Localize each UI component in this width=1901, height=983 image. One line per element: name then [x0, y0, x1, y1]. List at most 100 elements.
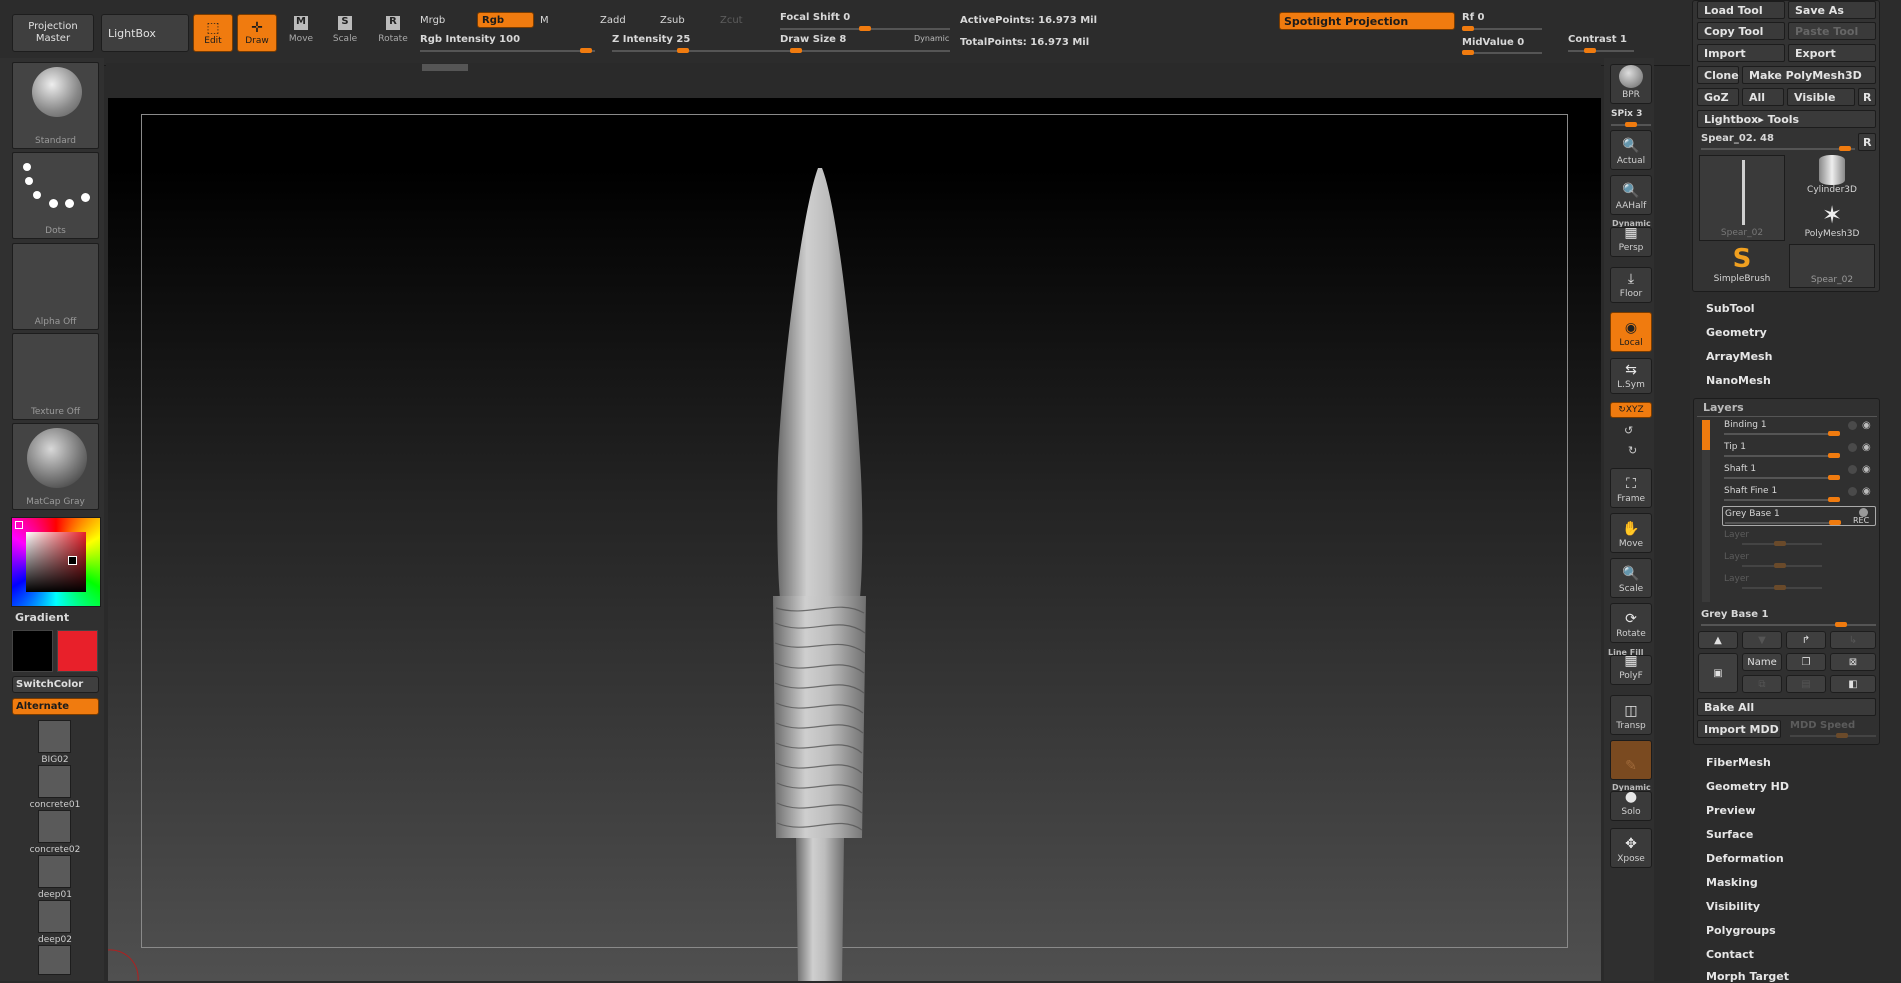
selected-layer-slider[interactable] [1701, 622, 1876, 627]
menu-fibermesh[interactable]: FiberMesh [1706, 756, 1771, 769]
layer-record-icon[interactable] [1848, 443, 1857, 452]
solo-button[interactable]: ● Solo [1610, 789, 1652, 821]
layer-delete-button[interactable]: ⊠ [1830, 653, 1876, 671]
goz-all-button[interactable]: All [1742, 88, 1784, 106]
scale-view-button[interactable]: 🔍 Scale [1610, 558, 1652, 598]
tool-size-slider[interactable] [1701, 146, 1855, 151]
ghost-button[interactable]: ✎ [1610, 740, 1652, 780]
xyz-button[interactable]: ↻ XYZ [1610, 402, 1652, 418]
layer-record-icon[interactable] [1848, 465, 1857, 474]
alpha-thumb-next[interactable] [38, 945, 71, 975]
menu-arraymesh[interactable]: ArrayMesh [1706, 350, 1772, 363]
import-mdd-button[interactable]: Import MDD [1697, 720, 1781, 738]
tool-thumb-polymesh3d[interactable]: ✶ PolyMesh3D [1789, 201, 1875, 243]
bpr-button[interactable]: BPR [1610, 64, 1652, 104]
zcut-button[interactable]: Zcut [720, 15, 743, 26]
rgb-intensity-slider[interactable] [420, 48, 595, 53]
tool-r-button[interactable]: R [1858, 133, 1876, 151]
layer-new-button[interactable]: ▣ [1698, 653, 1738, 693]
menu-deformation[interactable]: Deformation [1706, 852, 1784, 865]
layer-name-button[interactable]: Name [1742, 653, 1782, 671]
persp-button[interactable]: ▦ Persp [1610, 225, 1652, 257]
load-tool-button[interactable]: Load Tool [1697, 1, 1785, 19]
tool-thumb-spear[interactable]: Spear_02 [1699, 155, 1785, 241]
layer-move-up-button[interactable]: ▲ [1698, 631, 1738, 649]
zadd-button[interactable]: Zadd [600, 15, 626, 26]
layer-intensity-slider[interactable] [1724, 475, 1840, 480]
rotate-button[interactable]: R Rotate [375, 16, 411, 52]
layer-row-selected[interactable]: Grey Base 1 REC [1722, 506, 1876, 526]
export-button[interactable]: Export [1788, 44, 1876, 62]
alpha-thumb-big02[interactable] [38, 720, 71, 753]
goz-r-button[interactable]: R [1858, 88, 1876, 106]
layer-copy-button[interactable]: ⧉ [1742, 675, 1782, 693]
layer-intensity-slider[interactable] [1724, 497, 1840, 502]
menu-geometry[interactable]: Geometry [1706, 326, 1767, 339]
tool-thumb-spear-2[interactable]: Spear_02 [1789, 244, 1875, 288]
stroke-selector[interactable]: Dots [12, 152, 99, 239]
tool-thumb-cylinder3d[interactable]: Cylinder3D [1789, 155, 1875, 199]
mdd-speed-slider[interactable] [1790, 733, 1876, 738]
layers-title[interactable]: Layers [1703, 401, 1744, 414]
spotlight-projection-button[interactable]: Spotlight Projection [1279, 12, 1455, 30]
layer-intensity-slider[interactable] [1724, 431, 1840, 436]
edit-button[interactable]: ⬚ Edit [193, 14, 233, 52]
rgb-button[interactable]: Rgb [477, 12, 534, 28]
midvalue-slider[interactable] [1462, 50, 1542, 55]
move-view-button[interactable]: ✋ Move [1610, 513, 1652, 553]
menu-masking[interactable]: Masking [1706, 876, 1758, 889]
alpha-thumb-deep02[interactable] [38, 900, 71, 933]
layer-record-icon[interactable] [1848, 421, 1857, 430]
menu-contact[interactable]: Contact [1706, 948, 1754, 961]
menu-nanomesh[interactable]: NanoMesh [1706, 374, 1771, 387]
menu-geometry-hd[interactable]: Geometry HD [1706, 780, 1789, 793]
save-as-button[interactable]: Save As [1788, 1, 1876, 19]
menu-visibility[interactable]: Visibility [1706, 900, 1760, 913]
scale-button[interactable]: S Scale [328, 16, 362, 52]
menu-subtool[interactable]: SubTool [1706, 302, 1755, 315]
tool-thumb-simplebrush[interactable]: S SimpleBrush [1699, 244, 1785, 288]
rotate-y-icon[interactable]: ↺ [1624, 424, 1633, 437]
alternate-button[interactable]: Alternate [12, 698, 99, 715]
switchcolor-button[interactable]: SwitchColor [12, 676, 99, 693]
document-scroll-thumb[interactable] [422, 64, 468, 71]
dynamic-size-toggle[interactable]: Dynamic [914, 34, 949, 43]
floor-button[interactable]: ⤓ Floor [1610, 267, 1652, 303]
eye-icon[interactable]: ◉ [1862, 420, 1871, 431]
z-intensity-slider[interactable] [612, 48, 787, 53]
draw-button[interactable]: ✛ Draw [237, 14, 277, 52]
menu-morph-target[interactable]: Morph Target [1706, 970, 1789, 983]
secondary-color-swatch[interactable] [57, 630, 98, 672]
xpose-button[interactable]: ✥ Xpose [1610, 828, 1652, 868]
layer-duplicate-button[interactable]: ❐ [1786, 653, 1826, 671]
layers-scrollbar[interactable] [1702, 420, 1710, 602]
eye-icon[interactable]: ◉ [1862, 486, 1871, 497]
layer-paste-button[interactable]: ▤ [1786, 675, 1826, 693]
goz-visible-button[interactable]: Visible [1787, 88, 1855, 106]
texture-selector[interactable]: Texture Off [12, 333, 99, 420]
alpha-thumb-concrete02[interactable] [38, 810, 71, 843]
alpha-selector[interactable]: Alpha Off [12, 243, 99, 330]
local-button[interactable]: ◉ Local [1610, 312, 1652, 352]
draw-size-slider[interactable] [780, 48, 950, 53]
layer-intensity-slider[interactable] [1725, 520, 1841, 525]
lightbox-tools-button[interactable]: Lightbox▸ Tools [1697, 110, 1876, 128]
eye-icon[interactable]: ◉ [1862, 442, 1871, 453]
layers-scroll-thumb[interactable] [1702, 420, 1710, 450]
menu-surface[interactable]: Surface [1706, 828, 1753, 841]
alpha-thumb-deep01[interactable] [38, 855, 71, 888]
menu-preview[interactable]: Preview [1706, 804, 1756, 817]
layer-row[interactable]: Binding 1 ◉ [1722, 418, 1876, 436]
menu-polygroups[interactable]: Polygroups [1706, 924, 1776, 937]
alpha-thumb-concrete01[interactable] [38, 765, 71, 798]
material-selector[interactable]: MatCap Gray [12, 423, 99, 510]
mrgb-button[interactable]: Mrgb [420, 15, 445, 26]
spear-model[interactable] [108, 98, 1601, 981]
color-picker[interactable] [11, 517, 101, 607]
zsub-button[interactable]: Zsub [660, 15, 685, 26]
paste-tool-button[interactable]: Paste Tool [1788, 22, 1876, 40]
transp-button[interactable]: ◫ Transp [1610, 695, 1652, 735]
contrast-slider[interactable] [1568, 48, 1634, 53]
lsym-button[interactable]: ⇆ L.Sym [1610, 358, 1652, 394]
aahalf-button[interactable]: 🔍 AAHalf [1610, 175, 1652, 215]
